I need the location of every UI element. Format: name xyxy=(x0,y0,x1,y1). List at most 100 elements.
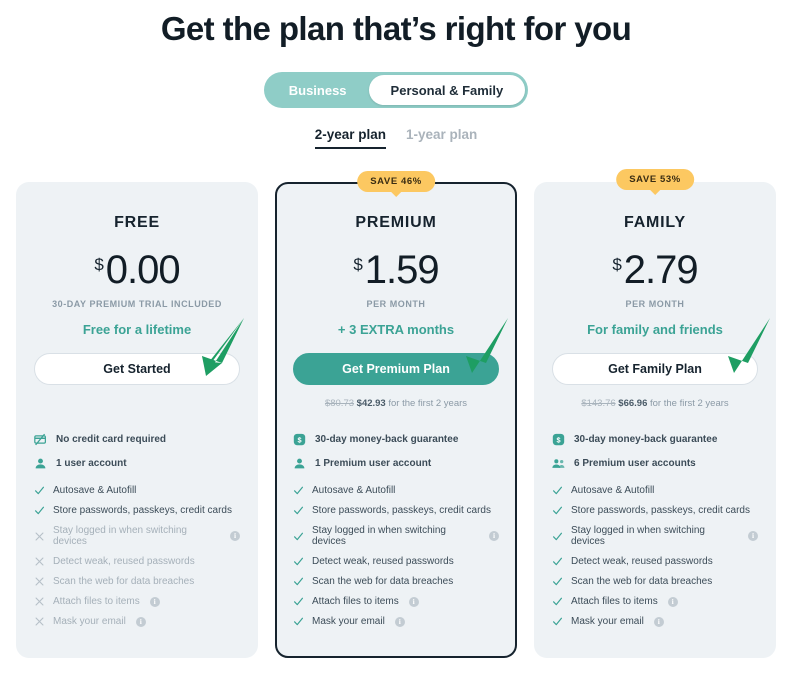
info-icon[interactable]: i xyxy=(135,616,146,627)
check-icon xyxy=(552,577,563,586)
feature-label: Store passwords, passkeys, credit cards xyxy=(312,505,491,516)
audience-toggle-option-personal-family[interactable]: Personal & Family xyxy=(368,75,526,105)
feature-label: Detect weak, reused passwords xyxy=(571,556,713,567)
highlight-row: 6 Premium user accounts xyxy=(552,457,758,470)
highlight-row: $30-day money-back guarantee xyxy=(552,433,758,446)
plan-features: Autosave & Autofill Store passwords, pass… xyxy=(293,485,499,627)
feature-label: Mask your email xyxy=(571,616,644,627)
feature-row: Store passwords, passkeys, credit cards xyxy=(34,505,240,516)
check-icon xyxy=(552,532,563,540)
price-sub-note: PER MONTH xyxy=(625,299,685,309)
feature-label: Mask your email xyxy=(53,616,126,627)
feature-row: Attach files to items i xyxy=(293,596,499,607)
info-icon[interactable]: i xyxy=(149,596,160,607)
plan-features: Autosave & Autofill Store passwords, pass… xyxy=(552,485,758,627)
highlight-row: 1 user account xyxy=(34,457,240,470)
highlight-label: 30-day money-back guarantee xyxy=(315,434,459,445)
term-tabs: 2-year plan 1-year plan xyxy=(0,127,792,149)
info-icon[interactable]: i xyxy=(667,596,678,607)
billing-current-price: $66.96 xyxy=(618,398,648,409)
check-icon xyxy=(293,532,304,540)
info-icon[interactable]: i xyxy=(653,616,664,627)
feature-row: Stay logged in when switching devices i xyxy=(34,525,240,547)
check-icon xyxy=(552,557,563,566)
feature-row: Autosave & Autofill xyxy=(34,485,240,496)
billing-original-price: $143.76 xyxy=(581,398,616,409)
check-icon xyxy=(552,506,563,515)
check-icon xyxy=(293,557,304,566)
billing-term: for the first 2 years xyxy=(388,398,468,409)
money-back-icon: $ xyxy=(552,433,565,446)
feature-label: Attach files to items xyxy=(571,596,658,607)
check-icon xyxy=(293,506,304,515)
check-icon xyxy=(34,486,45,495)
info-icon[interactable]: i xyxy=(748,531,758,541)
plan-highlights: $30-day money-back guarantee 6 Premium us… xyxy=(552,433,758,470)
feature-label: Autosave & Autofill xyxy=(312,485,396,496)
feature-row: Autosave & Autofill xyxy=(293,485,499,496)
info-icon[interactable]: i xyxy=(394,616,405,627)
plan-cta-button[interactable]: Get Family Plan xyxy=(552,353,758,385)
plan-highlights: $30-day money-back guarantee 1 Premium us… xyxy=(293,433,499,470)
feature-row: Detect weak, reused passwords xyxy=(552,556,758,567)
highlight-row: $30-day money-back guarantee xyxy=(293,433,499,446)
pricing-page: Get the plan that’s right for you Busine… xyxy=(0,0,792,674)
audience-toggle: Business Personal & Family xyxy=(0,72,792,108)
check-icon xyxy=(293,486,304,495)
currency-symbol: $ xyxy=(612,255,622,274)
billing-note: $143.76 $66.96 for the first 2 years xyxy=(552,398,758,409)
feature-row: Scan the web for data breaches xyxy=(34,576,240,587)
multi-user-icon xyxy=(552,459,565,468)
feature-row: Attach files to items i xyxy=(552,596,758,607)
feature-row: Scan the web for data breaches xyxy=(293,576,499,587)
plan-tagline: For family and friends xyxy=(587,322,723,337)
save-badge: SAVE 53% xyxy=(616,169,694,190)
feature-row: Mask your email i xyxy=(293,616,499,627)
check-icon xyxy=(552,486,563,495)
term-tab-1-year[interactable]: 1-year plan xyxy=(406,127,477,149)
highlight-row: 1 Premium user account xyxy=(293,457,499,470)
billing-original-price: $80.73 xyxy=(324,398,355,409)
highlight-label: 30-day money-back guarantee xyxy=(574,434,718,445)
plan-tagline: + 3 EXTRA months xyxy=(337,322,455,337)
info-icon[interactable]: i xyxy=(408,596,419,607)
feature-label: Mask your email xyxy=(312,616,385,627)
highlight-label: 6 Premium user accounts xyxy=(574,458,696,469)
check-icon xyxy=(293,577,304,586)
save-badge: SAVE 46% xyxy=(357,171,435,192)
svg-text:$: $ xyxy=(556,435,560,444)
feature-row: Stay logged in when switching devices i xyxy=(293,525,499,547)
feature-row: Mask your email i xyxy=(34,616,240,627)
feature-label: Scan the web for data breaches xyxy=(53,576,195,587)
term-tab-2-year[interactable]: 2-year plan xyxy=(314,127,387,149)
plan-tagline: Free for a lifetime xyxy=(82,322,192,337)
plan-card-free: FREE $0.00 30-DAY PREMIUM TRIAL INCLUDED Fr… xyxy=(16,182,258,658)
billing-note: $80.73 $42.93 for the first 2 years xyxy=(293,398,499,409)
check-icon xyxy=(293,617,304,626)
price-amount: 1.59 xyxy=(364,248,440,292)
feature-row: Mask your email i xyxy=(552,616,758,627)
check-icon xyxy=(34,506,45,515)
info-icon[interactable]: i xyxy=(489,531,499,541)
feature-row: Store passwords, passkeys, credit cards xyxy=(293,505,499,516)
plan-cta-button[interactable]: Get Started xyxy=(34,353,240,385)
highlight-label: 1 Premium user account xyxy=(315,458,432,469)
highlight-row: No credit card required xyxy=(34,433,240,446)
plan-features: Autosave & Autofill Store passwords, pass… xyxy=(34,485,240,627)
cross-icon xyxy=(35,597,44,606)
plan-cta-button[interactable]: Get Premium Plan xyxy=(293,353,499,385)
audience-toggle-option-business[interactable]: Business xyxy=(267,75,369,105)
cross-icon xyxy=(35,531,44,541)
plan-highlights: No credit card required 1 user account xyxy=(34,433,240,470)
plan-name: FREE xyxy=(114,214,160,231)
feature-label: Scan the web for data breaches xyxy=(571,576,713,587)
billing-current-price: $42.93 xyxy=(356,398,386,409)
feature-row: Detect weak, reused passwords xyxy=(293,556,499,567)
info-icon[interactable]: i xyxy=(230,531,240,541)
plan-card-family: SAVE 53% FAMILY $2.79 PER MONTH For family a… xyxy=(534,169,776,658)
feature-row: Store passwords, passkeys, credit cards xyxy=(552,505,758,516)
feature-label: Stay logged in when switching devices xyxy=(312,525,446,547)
audience-toggle-track: Business Personal & Family xyxy=(263,72,529,108)
feature-label: Detect weak, reused passwords xyxy=(53,556,195,567)
check-icon xyxy=(293,597,304,606)
